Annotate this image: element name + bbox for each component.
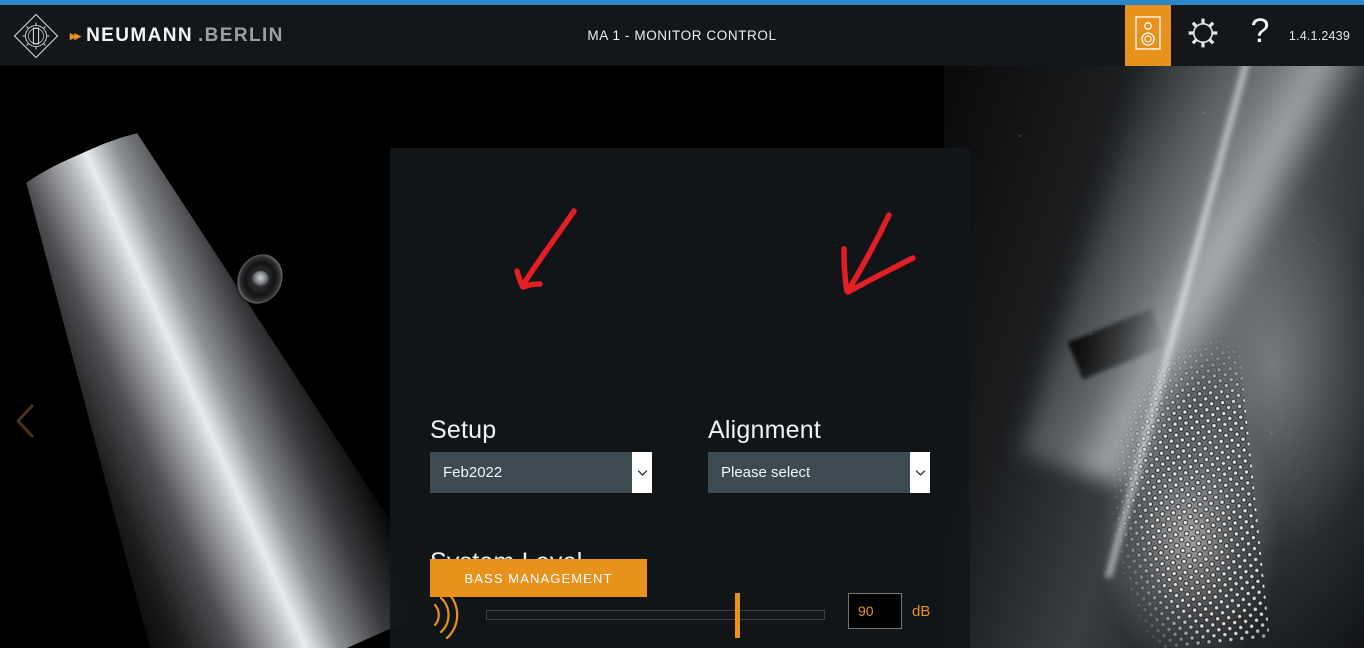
system-level-unit: dB: [912, 603, 931, 620]
slider-track[interactable]: [486, 610, 825, 620]
bass-management-button[interactable]: BASS MANAGEMENT: [430, 559, 647, 597]
svg-text:?: ?: [1250, 13, 1269, 50]
system-level-input[interactable]: [848, 593, 902, 629]
question-mark-icon: ?: [1247, 12, 1273, 58]
brand-name-secondary: .BERLIN: [197, 24, 284, 46]
gear-icon: [1184, 14, 1222, 57]
header-actions: ? 1.4.1.2439: [1124, 5, 1364, 66]
system-level-slider[interactable]: [486, 593, 825, 638]
app-version: 1.4.1.2439: [1288, 28, 1350, 43]
alignment-dropdown-value[interactable]: Please select: [708, 452, 910, 493]
background-right-speaker: [944, 66, 1364, 648]
monitor-control-panel: Setup Feb2022 Alignment Please select 90…: [390, 148, 970, 648]
chevron-down-icon: [915, 469, 926, 477]
brand-wordmark: ▸▸ NEUMANN .BERLIN: [70, 25, 284, 47]
background-left-microphone: [0, 66, 430, 648]
chevron-left-icon: [10, 404, 40, 446]
slider-thumb[interactable]: [734, 593, 740, 638]
microphone-cone-shape: [0, 93, 445, 648]
help-button[interactable]: ?: [1235, 5, 1285, 66]
setup-label: Setup: [430, 416, 497, 444]
neumann-diamond-logo-icon: [12, 12, 60, 60]
prev-page-button[interactable]: [10, 400, 40, 442]
monitor-control-icon: [1135, 16, 1161, 55]
alignment-dropdown[interactable]: Please select: [708, 452, 930, 493]
setup-dropdown-chevron[interactable]: [632, 452, 652, 493]
speaker-dust-specks: [944, 66, 1364, 648]
brand-logo-block[interactable]: ▸▸ NEUMANN .BERLIN: [12, 5, 284, 66]
microphone-tip-center: [252, 271, 269, 286]
ma1-monitor-control-app: MA 1 - MONITOR CONTROL ▸▸ NEUMANN .BERLI…: [0, 0, 1364, 648]
alignment-dropdown-chevron[interactable]: [910, 452, 930, 493]
alignment-label: Alignment: [708, 416, 821, 444]
setup-dropdown-value[interactable]: Feb2022: [430, 452, 632, 493]
settings-button[interactable]: [1171, 5, 1235, 66]
monitor-control-button[interactable]: [1124, 5, 1171, 66]
chevron-down-icon: [637, 469, 648, 477]
brand-chevrons-icon: ▸▸: [70, 27, 81, 43]
setup-dropdown[interactable]: Feb2022: [430, 452, 652, 493]
app-header: MA 1 - MONITOR CONTROL ▸▸ NEUMANN .BERLI…: [0, 5, 1364, 66]
brand-name-primary: NEUMANN: [86, 24, 193, 46]
